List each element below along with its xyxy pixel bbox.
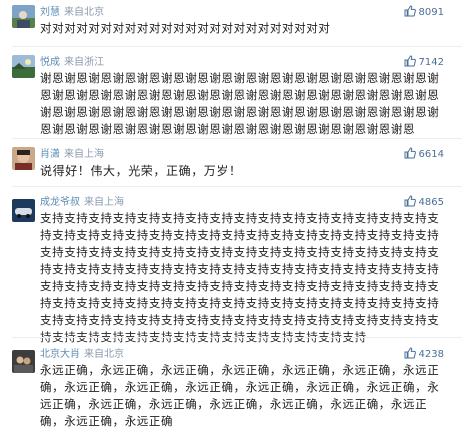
thumbs-up-icon [404, 195, 416, 207]
thumbs-up-icon [404, 5, 416, 17]
comment-list: 刘慧 来自北京 8091 对对对对对对对对对对对对对对对对对对对对对对对对 悦成来… [0, 0, 474, 437]
comment-location: 来自浙江 [64, 57, 104, 68]
like-count: 7142 [418, 57, 444, 68]
like-button[interactable]: 4865 [404, 195, 444, 211]
like-count: 4238 [418, 349, 444, 360]
divider [12, 138, 462, 139]
avatar[interactable] [12, 5, 35, 28]
comment-location: 来自北京 [84, 349, 124, 360]
avatar[interactable] [12, 199, 35, 222]
like-count: 8091 [418, 7, 444, 18]
thumbs-up-icon [404, 147, 416, 159]
comment-text: 说得好！伟大，光荣，正确，万岁！ [40, 164, 242, 178]
comment-location: 来自北京 [64, 7, 104, 18]
comment-location: 来自上海 [64, 149, 104, 160]
comment-text: 对对对对对对对对对对对对对对对对对对对对对对对对 [40, 21, 331, 35]
divider [12, 337, 462, 338]
comment-meta: 成龙爷叔 来自上海 [40, 195, 124, 211]
comment-meta: 北京大肖 来自北京 [40, 347, 124, 363]
like-button[interactable]: 7142 [404, 55, 444, 71]
comment-location: 来自上海 [84, 197, 124, 208]
thumbs-up-icon [404, 347, 416, 359]
comment-author[interactable]: 北京大肖 [40, 349, 80, 360]
avatar[interactable] [12, 350, 35, 373]
avatar[interactable] [12, 147, 35, 170]
avatar[interactable] [12, 55, 35, 78]
like-button[interactable]: 4238 [404, 347, 444, 363]
like-button[interactable]: 6614 [404, 147, 444, 163]
like-button[interactable]: 8091 [404, 5, 444, 21]
comment-author[interactable]: 悦成 [40, 57, 60, 68]
thumbs-up-icon [404, 55, 416, 67]
comment-meta: 悦成 来自浙江 [40, 55, 104, 71]
divider [12, 186, 462, 187]
comment-author[interactable]: 肖潇 [40, 149, 60, 160]
comment-author[interactable]: 刘慧 [40, 7, 60, 18]
like-count: 6614 [418, 149, 444, 160]
like-count: 4865 [418, 197, 444, 208]
comment-text: 谢恩谢恩谢恩谢恩谢恩谢恩谢恩谢恩谢恩谢恩谢恩谢恩谢恩谢恩谢恩谢恩谢恩谢恩谢恩谢恩… [40, 71, 440, 136]
divider [12, 46, 462, 47]
comment-text: 支持支持支持支持支持支持支持支持支持支持支持支持支持支持支持支持支持支持支持支持… [40, 211, 440, 344]
comment-text: 永远正确，永远正确，永远正确，永远正确，永远正确，永远正确，永远正确，永远正确，… [40, 363, 440, 428]
comment-meta: 肖潇 来自上海 [40, 147, 104, 163]
comment-author[interactable]: 成龙爷叔 [40, 197, 80, 208]
comment-meta: 刘慧 来自北京 [40, 5, 104, 21]
